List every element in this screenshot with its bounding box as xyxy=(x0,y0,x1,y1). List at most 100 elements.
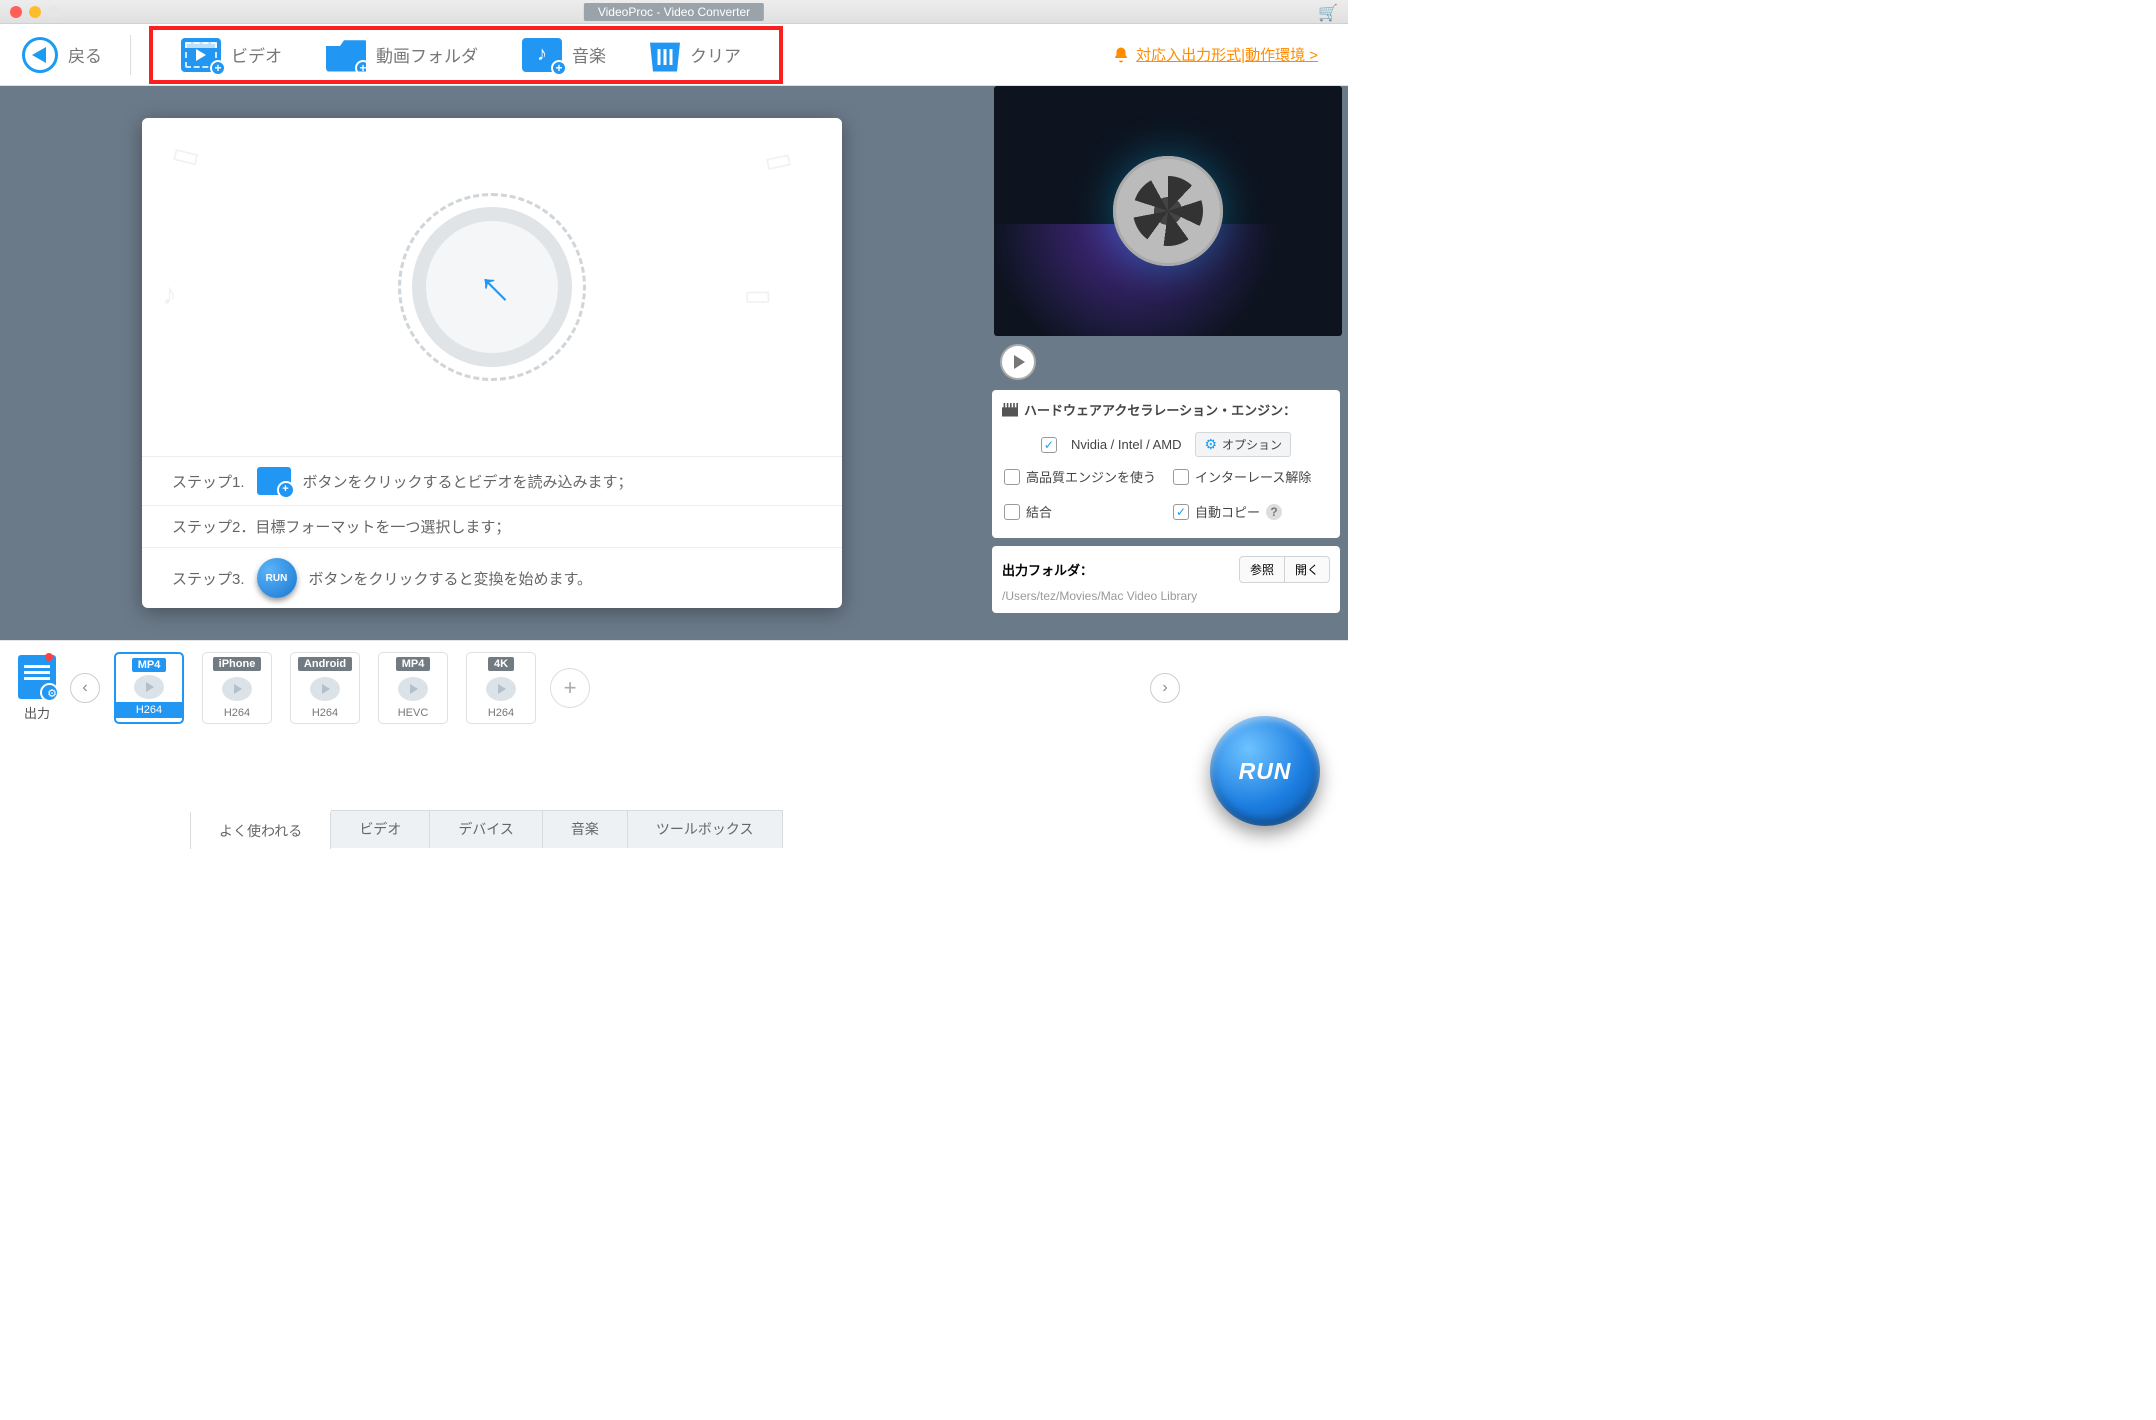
step-2: ステップ2．目標フォーマットを一つ選択します； xyxy=(142,505,842,547)
add-music-button[interactable]: + 音楽 xyxy=(522,38,606,72)
film-reel-icon xyxy=(1113,156,1223,266)
back-button[interactable]: 戻る xyxy=(22,37,102,73)
step1-post: ボタンをクリックするとビデオを読み込みます； xyxy=(303,471,633,492)
drop-card: ▭ ▭ ♪ ▭ ↑ ステップ1. ボタンをクリックするとビデオを読み込みます； … xyxy=(142,118,842,608)
format-codec-label: H264 xyxy=(312,707,338,719)
format-play-icon xyxy=(310,677,340,701)
document-icon: ⚙ xyxy=(18,655,56,699)
output-folder-card: 出力フォルダ： 参照 開く /Users/tez/Movies/Mac Vide… xyxy=(992,546,1340,613)
add-video-button[interactable]: + ビデオ xyxy=(181,38,282,72)
highlighted-toolbar-group: + ビデオ + 動画フォルダ + 音楽 クリア xyxy=(149,26,783,84)
format-codec-label: H264 xyxy=(488,707,514,719)
format-preset[interactable]: MP4 HEVC xyxy=(378,652,448,724)
format-top-label: MP4 xyxy=(132,658,167,672)
trash-icon xyxy=(650,38,680,72)
step2-text: ステップ2．目標フォーマットを一つ選択します； xyxy=(172,516,510,537)
help-icon[interactable]: ? xyxy=(1266,504,1282,520)
category-tab[interactable]: ビデオ xyxy=(331,810,430,848)
watermark-icon: ▭ xyxy=(744,278,772,313)
formats-link-label: 対応入出力形式|動作環境 > xyxy=(1136,44,1318,65)
autocopy-label: 自動コピー xyxy=(1195,502,1260,521)
video-clap-icon xyxy=(257,467,291,495)
format-top-label: Android xyxy=(298,657,352,671)
format-preset[interactable]: iPhone H264 xyxy=(202,652,272,724)
bell-icon xyxy=(1112,46,1130,64)
hw-accel-title: ハードウェアアクセラレーション・エンジン： xyxy=(1002,400,1330,419)
gear-icon: ⚙ xyxy=(1204,436,1217,453)
format-preset[interactable]: MP4 H264 xyxy=(114,652,184,724)
toolbar: 戻る + ビデオ + 動画フォルダ + 音楽 クリア 対応入出力形式|動作環境 … xyxy=(0,24,1348,86)
hw-option-button[interactable]: ⚙オプション xyxy=(1195,432,1291,457)
minimize-window[interactable] xyxy=(29,6,41,18)
chip-icon xyxy=(1002,403,1018,417)
format-preset[interactable]: 4K H264 xyxy=(466,652,536,724)
step1-pre: ステップ1. xyxy=(172,471,245,492)
format-list: MP4 H264iPhone H264Android H264MP4 HEVC4… xyxy=(114,652,536,724)
category-tab[interactable]: デバイス xyxy=(430,810,543,848)
category-tab[interactable]: 音楽 xyxy=(543,810,628,848)
category-tab[interactable]: ツールボックス xyxy=(628,810,783,848)
run-mini-icon: RUN xyxy=(257,558,297,598)
folder-icon: + xyxy=(326,38,366,72)
step3-pre: ステップ3. xyxy=(172,568,245,589)
merge-checkbox[interactable] xyxy=(1004,504,1020,520)
arrow-up-left-icon: ↑ xyxy=(463,258,522,317)
zoom-window[interactable] xyxy=(48,6,60,18)
hq-engine-label: 高品質エンジンを使う xyxy=(1026,467,1156,486)
watermark-icon: ▭ xyxy=(168,135,204,176)
output-path: /Users/tez/Movies/Mac Video Library xyxy=(1002,589,1330,603)
open-button[interactable]: 開く xyxy=(1285,556,1330,583)
format-codec-label: HEVC xyxy=(398,707,429,719)
format-play-icon xyxy=(134,675,164,699)
format-preset[interactable]: Android H264 xyxy=(290,652,360,724)
bottom-panel: ⚙ 出力 ‹ MP4 H264iPhone H264Android H264MP… xyxy=(0,640,1348,848)
format-codec-label: H264 xyxy=(116,702,182,718)
drop-target[interactable]: ▭ ▭ ♪ ▭ ↑ xyxy=(142,118,842,456)
format-bar: ⚙ 出力 ‹ MP4 H264iPhone H264Android H264MP… xyxy=(0,641,1348,735)
browse-button[interactable]: 参照 xyxy=(1239,556,1285,583)
content-area: ▭ ▭ ♪ ▭ ↑ ステップ1. ボタンをクリックするとビデオを読み込みます； … xyxy=(0,86,1348,640)
format-play-icon xyxy=(222,677,252,701)
preview-play-button[interactable] xyxy=(1000,344,1036,380)
hw-gpu-checkbox[interactable] xyxy=(1041,437,1057,453)
add-music-label: 音楽 xyxy=(572,42,606,67)
back-arrow-icon xyxy=(22,37,58,73)
hw-accel-card: ハードウェアアクセラレーション・エンジン： Nvidia / Intel / A… xyxy=(992,390,1340,538)
deinterlace-checkbox[interactable] xyxy=(1173,469,1189,485)
window-title: VideoProc - Video Converter xyxy=(584,3,764,21)
add-format-button[interactable]: + xyxy=(550,668,590,708)
format-next-button[interactable]: › xyxy=(1150,673,1180,703)
output-folder-label: 出力フォルダ： xyxy=(1002,560,1093,579)
clear-button[interactable]: クリア xyxy=(650,38,741,72)
output-settings-button[interactable]: ⚙ 出力 xyxy=(18,655,56,722)
autocopy-checkbox[interactable] xyxy=(1173,504,1189,520)
deinterlace-label: インターレース解除 xyxy=(1195,467,1311,486)
step-1: ステップ1. ボタンをクリックするとビデオを読み込みます； xyxy=(142,457,842,505)
add-video-label: ビデオ xyxy=(231,42,282,67)
video-clap-icon: + xyxy=(181,38,221,72)
format-play-icon xyxy=(486,677,516,701)
category-tab[interactable]: よく使われる xyxy=(190,811,331,849)
format-top-label: MP4 xyxy=(396,657,431,671)
divider xyxy=(130,35,131,75)
watermark-icon: ▭ xyxy=(760,140,795,180)
step3-post: ボタンをクリックすると変換を始めます。 xyxy=(309,568,593,589)
add-folder-button[interactable]: + 動画フォルダ xyxy=(326,38,478,72)
format-prev-button[interactable]: ‹ xyxy=(70,673,100,703)
formats-link[interactable]: 対応入出力形式|動作環境 > xyxy=(1112,44,1318,65)
window-controls xyxy=(10,6,60,18)
format-codec-label: H264 xyxy=(224,707,250,719)
steps: ステップ1. ボタンをクリックするとビデオを読み込みます； ステップ2．目標フォ… xyxy=(142,456,842,608)
run-button[interactable]: RUN xyxy=(1210,716,1320,826)
hq-engine-checkbox[interactable] xyxy=(1004,469,1020,485)
close-window[interactable] xyxy=(10,6,22,18)
drop-circle: ↑ xyxy=(412,207,572,367)
format-top-label: iPhone xyxy=(213,657,262,671)
format-play-icon xyxy=(398,677,428,701)
format-top-label: 4K xyxy=(488,657,514,671)
side-panel: ハードウェアアクセラレーション・エンジン： Nvidia / Intel / A… xyxy=(984,86,1348,640)
back-label: 戻る xyxy=(68,42,102,67)
drop-zone-area: ▭ ▭ ♪ ▭ ↑ ステップ1. ボタンをクリックするとビデオを読み込みます； … xyxy=(0,86,984,640)
output-settings-label: 出力 xyxy=(24,703,50,722)
cart-icon[interactable]: 🛒 xyxy=(1318,3,1338,23)
